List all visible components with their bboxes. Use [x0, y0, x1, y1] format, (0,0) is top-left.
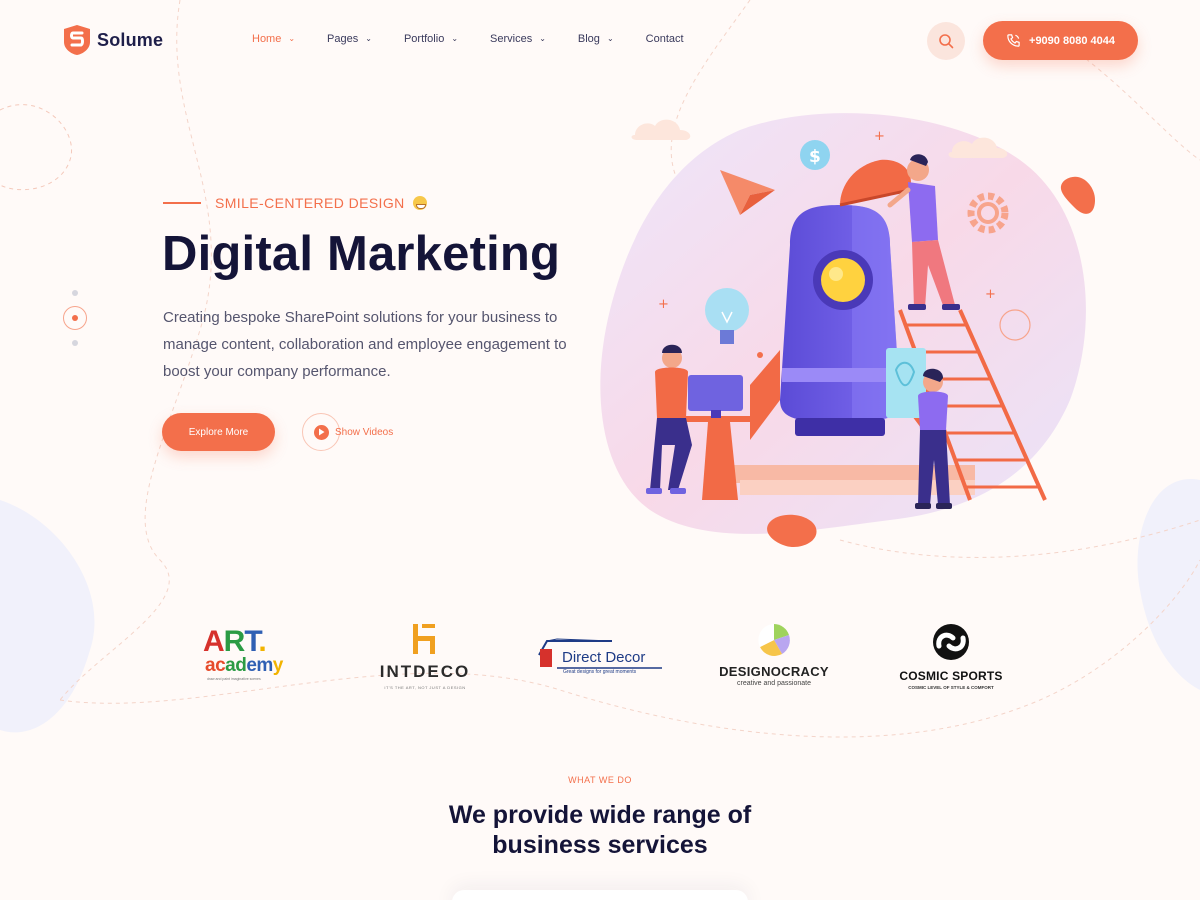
cloud [631, 119, 691, 140]
eyebrow-text: SMILE-CENTERED DESIGN [215, 195, 405, 211]
nav-item-home[interactable]: Home ⌄ [252, 33, 295, 45]
section-eyebrow: WHAT WE DO [568, 775, 632, 785]
partner-logo-art-academy[interactable]: ART. academy draw and paint imaginative … [203, 615, 303, 705]
chevron-down-icon: ⌄ [606, 33, 614, 43]
eyebrow-divider [163, 202, 201, 204]
orange-blob [1060, 176, 1095, 214]
designocracy-name: DESIGNOCRACY [719, 664, 829, 679]
main-nav: Home ⌄ Pages ⌄ Portfolio ⌄ Services ⌄ Bl… [252, 33, 684, 45]
designocracy-tagline: creative and passionate [737, 680, 811, 687]
hero-title: Digital Marketing [162, 227, 561, 281]
chevron-down-icon: ⌄ [451, 33, 459, 43]
brand-name: Solume [97, 29, 164, 50]
partner-logo-direct-decor[interactable]: Direct Decor Great designs for great mom… [537, 615, 667, 705]
nav-item-services[interactable]: Services ⌄ [490, 33, 546, 45]
site-header: Solume Home ⌄ Pages ⌄ Portfolio ⌄ Servic… [0, 0, 1200, 82]
partner-logo-designocracy[interactable]: DESIGNOCRACY creative and passionate [718, 615, 830, 705]
direct-decor-tagline: Great designs for great moments [563, 669, 637, 675]
pie-mark-icon [758, 624, 790, 656]
intdeco-mark-icon [413, 624, 435, 654]
explore-more-button[interactable]: Explore More [162, 413, 275, 451]
hero-illustration: + + + $ [600, 113, 1095, 548]
svg-text:+: + [985, 287, 996, 302]
search-icon [939, 34, 954, 49]
cosmic-mark-icon [933, 624, 969, 660]
section-title-line1: We provide wide range of [448, 801, 752, 829]
nav-label: Home [252, 33, 282, 45]
art-academy-tagline: draw and paint imaginative scenes [207, 677, 261, 681]
svg-text:+: + [658, 297, 669, 312]
nav-item-contact[interactable]: Contact [646, 33, 684, 45]
nav-item-pages[interactable]: Pages ⌄ [327, 33, 372, 45]
section-title-line2: business services [492, 831, 708, 859]
hero-description: Creating bespoke SharePoint solutions fo… [163, 309, 567, 380]
nav-label: Pages [327, 33, 359, 45]
intdeco-tagline: IT'S THE ART, NOT JUST A DESIGN [384, 685, 466, 690]
chevron-down-icon: ⌄ [288, 33, 296, 43]
art-academy-subword: academy [205, 655, 283, 676]
phone-number: +9090 8080 4044 [1029, 34, 1115, 47]
nav-label: Services [490, 33, 533, 45]
partner-logo-intdeco[interactable]: INTDECO IT'S THE ART, NOT JUST A DESIGN [372, 615, 478, 705]
partner-logo-cosmic-sports[interactable]: COSMIC SPORTS COSMIC LEVEL OF STYLE & CO… [897, 615, 1005, 705]
shield-logo-icon [64, 25, 90, 55]
hero-eyebrow: SMILE-CENTERED DESIGN [163, 195, 427, 211]
cosmic-sports-tagline: COSMIC LEVEL OF STYLE & COMFORT [908, 685, 994, 690]
nav-label: Blog [577, 33, 600, 45]
svg-text:+: + [874, 129, 885, 144]
svg-text:$: $ [809, 147, 821, 167]
nav-item-portfolio[interactable]: Portfolio ⌄ [404, 33, 458, 45]
intdeco-name: INTDECO [379, 662, 471, 681]
slider-dot-active[interactable] [63, 306, 87, 330]
hero-slider-dots [62, 290, 88, 346]
phone-button[interactable]: +9090 8080 4044 [983, 21, 1138, 60]
play-icon [313, 424, 329, 440]
chevron-down-icon: ⌄ [365, 33, 372, 43]
show-videos-label: Show Videos [335, 426, 394, 438]
cosmic-sports-name: COSMIC SPORTS [899, 669, 1003, 683]
search-button[interactable] [927, 22, 965, 60]
section-title: We provide wide range of business servic… [350, 800, 850, 860]
show-videos-button[interactable]: Show Videos [302, 413, 393, 451]
service-card-peek [452, 890, 748, 900]
slider-dot[interactable] [72, 340, 78, 346]
phone-icon [1007, 34, 1020, 47]
house-icon [538, 638, 662, 669]
chevron-down-icon: ⌄ [539, 33, 546, 43]
slider-dot[interactable] [72, 290, 78, 296]
partner-logos: ART. academy draw and paint imaginative … [0, 615, 1200, 705]
nav-label: Contact [645, 33, 684, 45]
art-academy-wordmark: ART. [203, 625, 267, 658]
brand-logo[interactable]: Solume [63, 24, 163, 56]
smile-emoji-icon [412, 196, 427, 210]
nav-item-blog[interactable]: Blog ⌄ [578, 33, 614, 45]
nav-label: Portfolio [403, 33, 445, 45]
direct-decor-name: Direct Decor [562, 649, 646, 666]
